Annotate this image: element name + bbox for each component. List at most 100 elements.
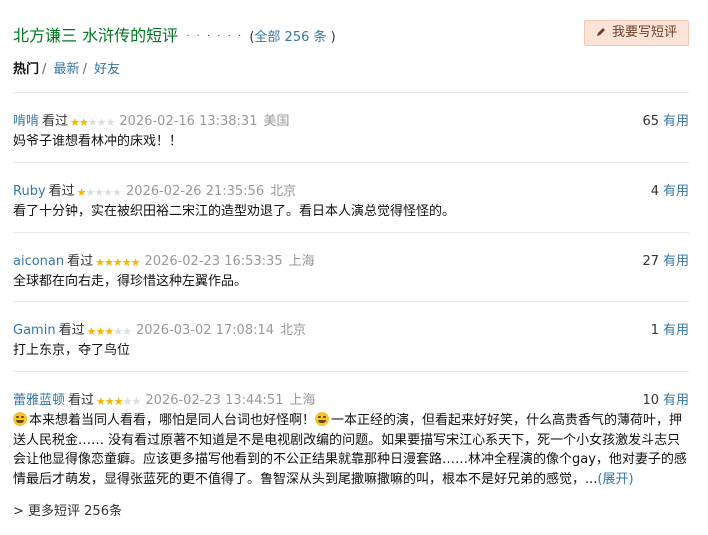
comment-user[interactable]: Gamin [13, 323, 56, 338]
all-comments-link[interactable]: 全部 256 条 [254, 30, 326, 45]
star-icon: ★ [96, 116, 107, 129]
vote-count: 10 [642, 393, 659, 408]
expand-link[interactable]: (展开) [597, 472, 633, 487]
vote-useful-button[interactable]: 有用 [663, 323, 689, 338]
star-icon: ★ [95, 325, 105, 338]
comment-item: 蕾雅蓝顿 看过 ★★★★★ 2026-02-23 13:44:51 上海 10 有用 本来想着… [13, 371, 689, 502]
tab-latest[interactable]: 最新 [54, 62, 80, 77]
rating-stars: ★★★★★ [87, 324, 132, 339]
star-icon: ★ [113, 325, 123, 338]
vote-useful[interactable]: 4 有用 [651, 180, 689, 199]
comment-count: (全部 256 条 ) [249, 30, 335, 45]
title-dots: · · · · · · [186, 31, 244, 42]
vote-useful[interactable]: 10 有用 [642, 389, 689, 408]
comment-text: 妈爷子谁想看林冲的床戏！！ [13, 134, 183, 149]
comment-meta: Ruby 看过 ★★★★★ 2026-02-26 21:35:56 北京 [13, 180, 296, 200]
star-icon: ★ [113, 395, 124, 408]
section-title: 北方谦三 水浒传的短评 [13, 26, 179, 45]
laughing-emoji-icon [13, 412, 27, 426]
comment-user[interactable]: 蕾雅蓝顿 [13, 393, 65, 408]
star-icon: ★ [122, 395, 133, 408]
comment-text: 本来想着当同人看看，哪怕是同人台词也好怪啊！ 一本正经的演，但看起来好好笑，什么高… [13, 411, 689, 489]
write-comment-button[interactable]: 我要写短评 [584, 20, 689, 46]
star-icon: ★ [112, 256, 123, 269]
star-icon: ★ [131, 395, 142, 408]
title-row: 北方谦三 水浒传的短评 · · · · · · (全部 256 条 ) [13, 22, 336, 46]
tab-separator: / [42, 62, 47, 77]
vote-useful[interactable]: 65 有用 [642, 110, 689, 129]
comment-text: 看了十分钟，实在被织田裕二宋江的造型劝退了。看日本人演总觉得怪怪的。 [13, 204, 456, 219]
comment-meta: aiconan 看过 ★★★★★ 2026-02-23 16:53:35 上海 [13, 250, 315, 270]
star-icon: ★ [78, 116, 89, 129]
vote-useful-button[interactable]: 有用 [663, 393, 689, 408]
star-icon: ★ [76, 186, 87, 199]
star-icon: ★ [122, 325, 132, 338]
rating-stars: ★★★★★ [70, 115, 116, 130]
comment-item: Ruby 看过 ★★★★★ 2026-02-26 21:35:56 北京 4 有用看了十分钟… [13, 162, 689, 233]
comment-text-part: 本来想着当同人看看，哪怕是同人台词也好怪啊！ [29, 413, 316, 428]
rating-stars: ★★★★★ [96, 394, 142, 409]
watched-status: 看过 [48, 184, 75, 199]
comment-location: 北京 [270, 184, 297, 199]
star-icon: ★ [70, 116, 80, 129]
vote-count: 4 [650, 184, 659, 199]
comments-section: 北方谦三 水浒传的短评 · · · · · · (全部 256 条 ) 我要写短… [13, 0, 689, 519]
sort-tabs: 热门 / 最新 / 好友 [13, 58, 120, 77]
comment-meta: 蕾雅蓝顿 看过 ★★★★★ 2026-02-23 13:44:51 上海 [13, 389, 316, 409]
comment-item: aiconan 看过 ★★★★★ 2026-02-23 16:53:35 上海 27 有用全… [13, 232, 689, 302]
star-icon: ★ [105, 116, 116, 129]
section-header: 北方谦三 水浒传的短评 · · · · · · (全部 256 条 ) 我要写短… [13, 0, 689, 77]
star-icon: ★ [94, 186, 104, 199]
star-icon: ★ [87, 116, 98, 129]
vote-useful-button[interactable]: 有用 [663, 184, 689, 199]
comment-time: 2026-02-23 13:44:51 [145, 393, 284, 408]
rating-stars: ★★★★★ [95, 255, 141, 270]
laughing-emoji-icon [315, 412, 330, 426]
star-icon: ★ [104, 256, 114, 269]
star-icon: ★ [130, 256, 141, 269]
count-close: ) [330, 30, 336, 45]
comment-user[interactable]: aiconan [13, 254, 64, 269]
comment-location: 美国 [263, 114, 290, 129]
comment-time: 2026-02-26 21:35:56 [126, 184, 265, 199]
star-icon: ★ [96, 395, 106, 408]
vote-count: 27 [642, 254, 659, 269]
watched-status: 看过 [42, 114, 69, 129]
watched-status: 看过 [68, 393, 95, 408]
rating-stars: ★★★★★ [76, 185, 122, 200]
vote-useful-button[interactable]: 有用 [663, 114, 689, 129]
comment-meta: Gamin 看过 ★★★★★ 2026-03-02 17:08:14 北京 [13, 319, 306, 339]
watched-status: 看过 [58, 323, 85, 338]
star-icon: ★ [103, 186, 113, 199]
star-icon: ★ [121, 256, 132, 269]
star-icon: ★ [104, 325, 114, 338]
comment-time: 2026-02-23 16:53:35 [144, 254, 283, 269]
comment-text: 打上东京，夺了鸟位 [13, 343, 131, 358]
write-comment-label: 我要写短评 [611, 25, 677, 40]
comment-user[interactable]: Ruby [13, 184, 46, 199]
comment-time: 2026-03-02 17:08:14 [135, 323, 275, 338]
vote-count: 1 [650, 323, 659, 338]
star-icon: ★ [104, 395, 115, 408]
comment-meta: 啃啃 看过 ★★★★★ 2026-02-16 13:38:31 美国 [13, 110, 290, 130]
star-icon: ★ [95, 256, 105, 269]
comment-text: 全球都在向右走，得珍惜这种左翼作品。 [13, 274, 248, 289]
vote-useful[interactable]: 1 有用 [651, 319, 689, 338]
vote-useful[interactable]: 27 有用 [642, 250, 689, 269]
tab-friends[interactable]: 好友 [94, 62, 120, 77]
more-comments-link[interactable]: > 更多短评 256条 [13, 500, 122, 519]
comment-location: 上海 [289, 393, 316, 408]
tab-hot[interactable]: 热门 [13, 62, 39, 77]
comment-location: 上海 [288, 254, 315, 269]
comment-item: 啃啃 看过 ★★★★★ 2026-02-16 13:38:31 美国 65 有用 妈爷子谁想看… [13, 92, 689, 163]
star-icon: ★ [112, 186, 122, 199]
tab-separator: / [82, 62, 87, 77]
comment-user[interactable]: 啃啃 [13, 114, 39, 129]
pencil-icon [596, 28, 605, 36]
comment-time: 2026-02-16 13:38:31 [119, 114, 258, 129]
comment-location: 北京 [280, 323, 307, 338]
vote-useful-button[interactable]: 有用 [663, 254, 689, 269]
comment-item: Gamin 看过 ★★★★★ 2026-03-02 17:08:14 北京 1 有用打上东京… [13, 301, 689, 372]
watched-status: 看过 [67, 254, 94, 269]
vote-count: 65 [642, 114, 659, 129]
